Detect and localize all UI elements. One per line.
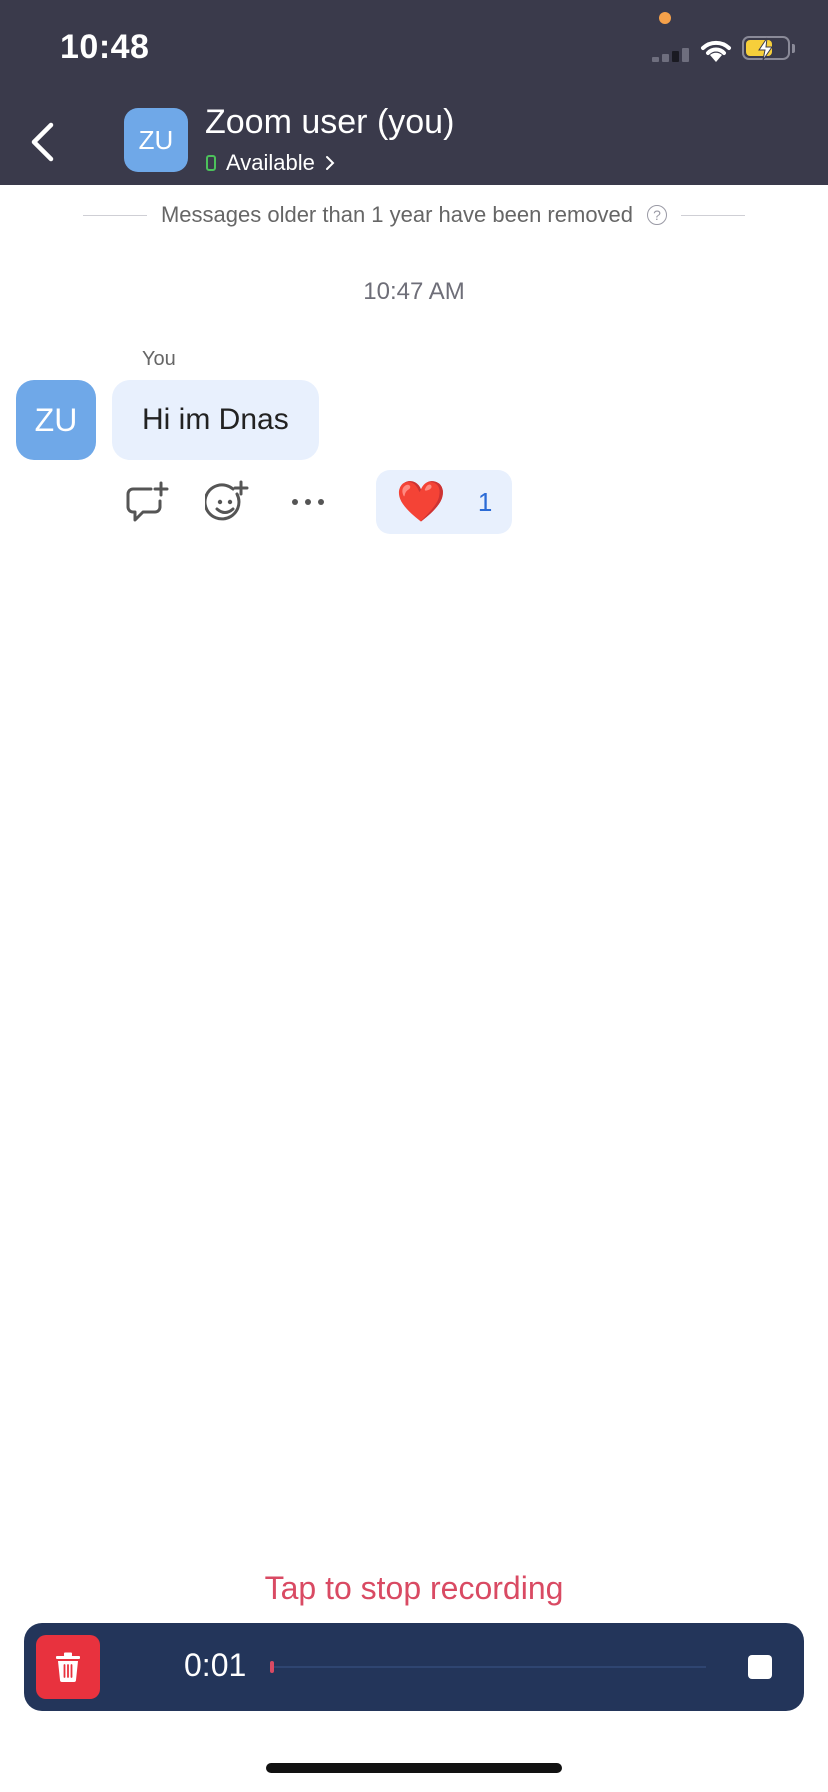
add-emoji-icon [205,480,249,521]
wifi-icon [701,40,731,62]
back-button[interactable] [20,118,64,166]
history-notice-text: Messages older than 1 year have been rem… [160,202,634,227]
history-notice: Messages older than 1 year have been rem… [32,200,796,230]
message-text: Hi im Dnas [142,403,289,436]
recording-waveform [270,1661,706,1673]
delete-recording-button[interactable] [36,1635,100,1699]
presence-status[interactable]: Available [206,150,335,176]
recording-elapsed: 0:01 [184,1647,247,1683]
contact-name[interactable]: Zoom user (you) [205,103,454,142]
divider [82,214,147,216]
recording-hint[interactable]: Tap to stop recording [0,1570,828,1607]
reply-button[interactable] [124,478,172,526]
mic-in-use-indicator [659,12,671,24]
presence-label: Available [226,150,315,175]
divider [681,214,746,216]
cellular-signal-icon [652,48,692,62]
message-bubble[interactable]: Hi im Dnas [112,380,319,460]
more-options-icon [292,499,324,505]
reaction-count: 1 [477,486,493,517]
back-arrow-icon [31,122,54,162]
status-time: 10:48 [60,28,150,66]
contact-avatar[interactable]: ZU [124,108,188,172]
reaction-chip[interactable]: ❤️ 1 [376,470,513,534]
stop-recording-button[interactable] [748,1655,772,1679]
battery-charging-icon [742,36,795,61]
help-icon[interactable]: ? [647,205,668,225]
message-actions: ❤️ 1 [124,470,513,534]
more-options-button[interactable] [284,478,332,526]
mobile-presence-icon [206,155,216,171]
voice-recording-bar: 0:01 [24,1623,804,1711]
waveform-level [270,1661,274,1673]
home-indicator [266,1763,562,1773]
heart-icon: ❤️ [396,480,446,524]
chat-header: 10:48 ZU Zoom user (you) Available [0,0,828,185]
add-reaction-button[interactable] [204,478,252,526]
chevron-right-icon [325,156,335,170]
reply-thread-icon [126,481,169,522]
trash-icon [56,1652,80,1682]
sender-avatar[interactable]: ZU [16,380,96,460]
sender-name: You [142,348,176,370]
message-timestamp: 10:47 AM [363,278,465,305]
